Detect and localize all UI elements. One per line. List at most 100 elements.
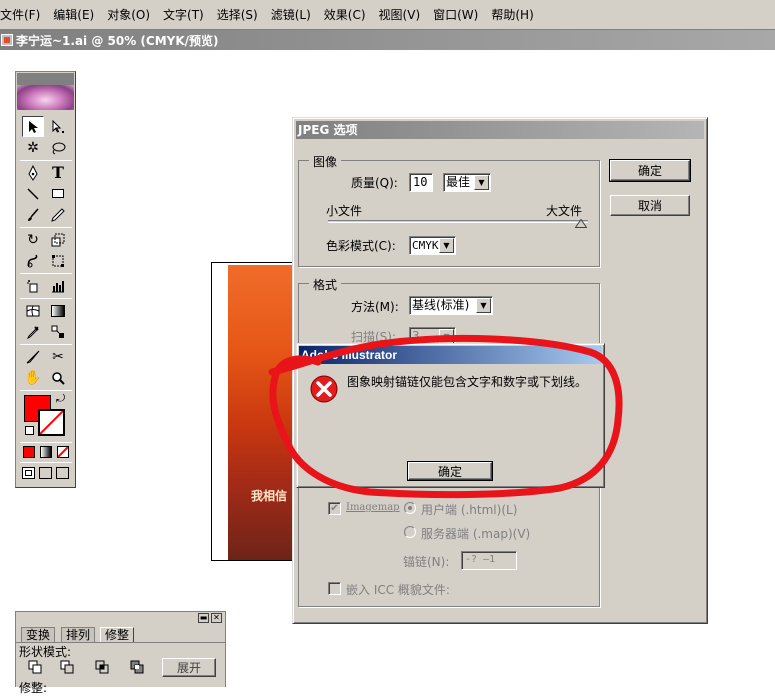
pathfinder-panel: ▬ ✕ 变换 排列 修整 形状模式: 展开 修整: <box>15 611 226 695</box>
client-side-radio[interactable] <box>404 502 416 514</box>
full-screen-mode-icon[interactable] <box>56 467 69 479</box>
imagemap-label: Imagemap <box>346 502 400 513</box>
menu-filter[interactable]: 滤镜(L) <box>271 6 311 23</box>
blend-tool-icon[interactable] <box>47 321 69 342</box>
toolbox-grip[interactable] <box>17 73 74 85</box>
magic-wand-tool-icon[interactable]: ✲ <box>22 137 44 158</box>
mesh-tool-icon[interactable] <box>22 300 44 321</box>
scissors-tool-icon[interactable]: ✂ <box>47 346 69 367</box>
menu-effect[interactable]: 效果(C) <box>324 6 366 23</box>
quality-preset-value: 最佳 <box>446 175 471 189</box>
default-colors-icon[interactable] <box>25 426 34 435</box>
quality-preset-select[interactable]: 最佳 ▼ <box>443 173 491 192</box>
document-icon <box>1 34 13 46</box>
scale-tool-icon[interactable] <box>47 229 69 250</box>
jpeg-dialog-title[interactable]: JPEG 选项 <box>296 121 704 139</box>
zoom-tool-icon[interactable] <box>47 367 69 388</box>
hand-tool-icon[interactable]: ✋ <box>22 367 44 388</box>
pencil-tool-icon[interactable] <box>47 204 69 225</box>
warp-tool-icon[interactable] <box>22 250 44 271</box>
expand-button[interactable]: 展开 <box>162 658 216 677</box>
free-transform-tool-icon[interactable] <box>47 250 69 271</box>
toolbox: ✲ T ↻ ✂ ✋ ⤾ <box>15 71 76 488</box>
client-side-label: 用户端 (.html)(L) <box>421 503 518 517</box>
full-screen-menu-mode-icon[interactable] <box>39 467 52 479</box>
quality-label: 质量(Q): <box>351 176 398 190</box>
chevron-down-icon[interactable]: ▼ <box>439 329 454 344</box>
intersect-shape-icon[interactable] <box>91 657 113 677</box>
menu-file[interactable]: 文件(F) <box>0 6 40 23</box>
alert-message: 图象映射锚链仅能包含文字和数字或下划线。 <box>347 375 588 389</box>
minimize-icon[interactable]: ▬ <box>198 613 209 623</box>
none-mode-icon[interactable] <box>57 446 69 458</box>
method-select[interactable]: 基线(标准) ▼ <box>409 296 493 315</box>
anchor-input[interactable]: -? —1 <box>461 551 517 570</box>
format-group-label: 格式 <box>309 276 342 293</box>
method-label: 方法(M): <box>351 300 399 314</box>
embed-icc-checkbox[interactable] <box>328 582 341 595</box>
cancel-button[interactable]: 取消 <box>610 195 690 216</box>
ok-button[interactable]: 确定 <box>609 159 691 182</box>
line-tool-icon[interactable] <box>22 183 44 204</box>
chevron-down-icon[interactable]: ▼ <box>439 238 454 253</box>
gradient-tool-icon[interactable] <box>47 300 69 321</box>
pen-tool-icon[interactable] <box>22 162 44 183</box>
lasso-tool-icon[interactable] <box>47 137 69 158</box>
color-mode-icon[interactable] <box>23 446 35 458</box>
symbol-sprayer-tool-icon[interactable] <box>22 275 44 296</box>
tab-pathfinder[interactable]: 修整 <box>100 627 135 642</box>
rotate-tool-icon[interactable]: ↻ <box>22 229 44 250</box>
server-side-label: 服务器端 (.map)(V) <box>421 527 531 541</box>
standard-screen-mode-icon[interactable] <box>22 467 35 479</box>
rectangle-tool-icon[interactable] <box>47 183 69 204</box>
chevron-down-icon[interactable]: ▼ <box>476 298 491 313</box>
error-icon <box>309 374 339 404</box>
anchor-label: 锚链(N): <box>403 555 450 569</box>
direct-selection-tool-icon[interactable] <box>47 116 69 137</box>
menu-bar: 文件(F) 编辑(E) 对象(O) 文字(T) 选择(S) 滤镜(L) 效果(C… <box>0 0 775 30</box>
swap-fill-stroke-icon[interactable]: ⤾ <box>56 392 65 406</box>
chevron-down-icon[interactable]: ▼ <box>474 175 489 190</box>
menu-view[interactable]: 视图(V) <box>379 6 421 23</box>
menu-edit[interactable]: 编辑(E) <box>53 6 94 23</box>
exclude-overlap-icon[interactable] <box>126 657 148 677</box>
panel-title-bar[interactable] <box>16 612 225 624</box>
alert-ok-button[interactable]: 确定 <box>407 461 493 481</box>
quality-slider-track[interactable] <box>328 220 588 223</box>
quality-slider-thumb[interactable] <box>574 217 588 231</box>
eyedropper-tool-icon[interactable] <box>22 321 44 342</box>
server-side-radio[interactable] <box>404 526 416 538</box>
add-to-shape-icon[interactable] <box>24 657 46 677</box>
selection-tool-icon[interactable] <box>22 116 44 137</box>
close-icon[interactable]: ✕ <box>211 613 222 623</box>
quality-input[interactable]: 10 <box>409 173 433 192</box>
tab-transform[interactable]: 变换 <box>21 627 56 642</box>
imagemap-checkbox[interactable]: ✔ <box>328 502 341 515</box>
adobe-flower-logo[interactable] <box>17 85 74 110</box>
menu-object[interactable]: 对象(O) <box>107 6 150 23</box>
document-title-bar[interactable]: 李宁运~1.ai @ 50% (CMYK/预览) <box>0 30 775 50</box>
artwork-text: 我相信 <box>251 489 288 503</box>
alert-title[interactable]: Adobe Illustrator <box>299 346 602 364</box>
scan-value: 3 <box>412 329 420 343</box>
menu-select[interactable]: 选择(S) <box>217 6 258 23</box>
embed-icc-label: 嵌入 ICC 概貌文件: <box>346 583 450 597</box>
small-file-label: 小文件 <box>326 204 363 218</box>
menu-window[interactable]: 窗口(W) <box>433 6 478 23</box>
artwork-image[interactable]: 我相信 <box>228 265 294 560</box>
color-mode-label: 色彩模式(C): <box>326 239 396 253</box>
alert-dialog: Adobe Illustrator 图象映射锚链仅能包含文字和数字或下划线。 确… <box>296 343 605 488</box>
stroke-color-swatch[interactable] <box>38 409 65 436</box>
tab-align[interactable]: 排列 <box>61 627 96 642</box>
gradient-mode-icon[interactable] <box>40 446 52 458</box>
menu-type[interactable]: 文字(T) <box>163 6 204 23</box>
subtract-from-shape-icon[interactable] <box>56 657 78 677</box>
slice-tool-icon[interactable] <box>22 346 44 367</box>
color-mode-value: CMYK <box>412 239 439 252</box>
color-mode-select[interactable]: CMYK ▼ <box>409 236 456 255</box>
paintbrush-tool-icon[interactable] <box>22 204 44 225</box>
pathfinder-label: 修整: <box>19 681 48 695</box>
graph-tool-icon[interactable] <box>47 275 69 296</box>
menu-help[interactable]: 帮助(H) <box>491 6 533 23</box>
type-tool-icon[interactable]: T <box>47 162 69 183</box>
